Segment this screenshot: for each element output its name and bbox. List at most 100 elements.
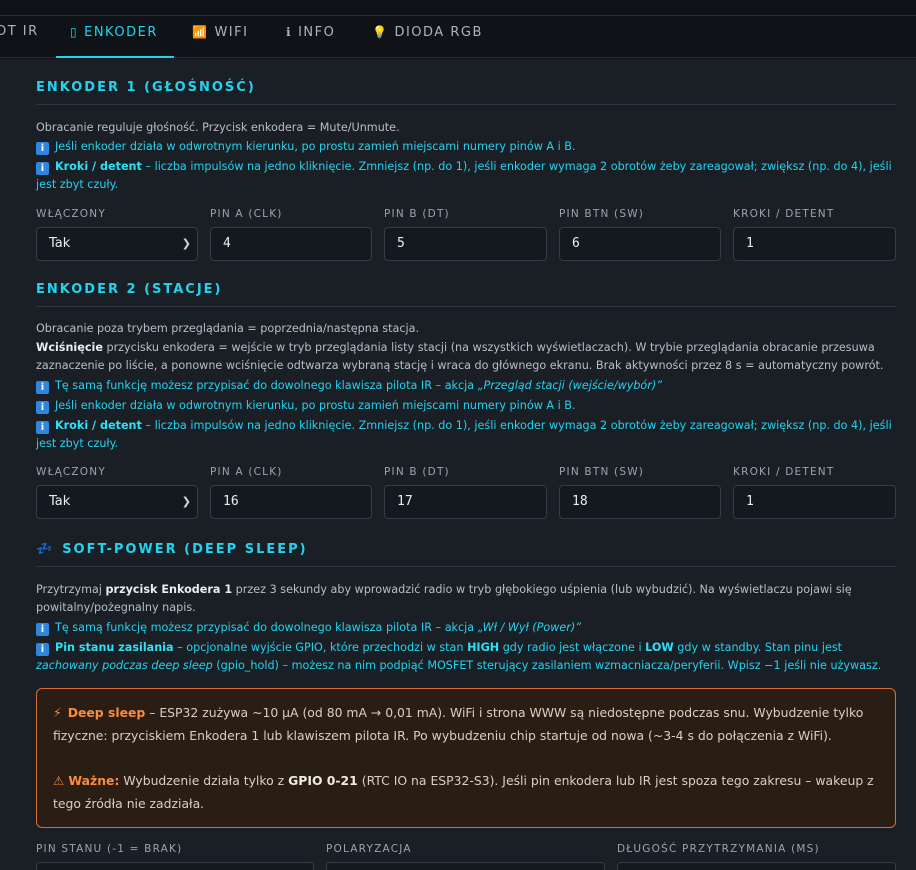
hint-italic: zachowany podczas deep sleep: [36, 659, 213, 672]
enc2-pin-a-label: PIN A (CLK): [210, 466, 283, 478]
enc2-title: ENKODER 2 (STACJE): [36, 282, 223, 297]
desc-text: Przytrzymaj: [36, 583, 106, 596]
wifi-signal-icon: 📶: [192, 25, 209, 39]
enc1-enabled-select[interactable]: Tak ❯: [36, 227, 198, 261]
power-pin-label: PIN STANU (-1 = BRAK): [36, 843, 183, 855]
info-icon: ℹ: [286, 25, 293, 39]
hint-action: „Przegląd stacji (wejście/wybór)”: [477, 379, 663, 392]
enc2-enabled-select[interactable]: Tak ❯: [36, 485, 198, 519]
hint-bold: HIGH: [467, 641, 500, 654]
power-pin-input[interactable]: [36, 862, 314, 870]
enc1-pin-a-input[interactable]: 4: [210, 227, 372, 261]
enc2-pin-a-input[interactable]: 16: [210, 485, 372, 519]
info-icon: i: [36, 381, 49, 394]
warning-paragraph: ⚡ Deep sleep – ESP32 zużywa ~10 µA (od 80…: [53, 701, 879, 747]
enc2-pin-btn-input[interactable]: 18: [559, 485, 721, 519]
hint-action: „Wł / Wył (Power)”: [477, 621, 582, 634]
tab-bar: OT IR ▯ ENKODER 📶 WIFI ℹ INFO 💡 DIODA RGB: [0, 16, 916, 58]
enc2-press-desc: Wciśnięcie przycisku enkodera = wejście …: [36, 339, 896, 375]
lightbulb-icon: 💡: [372, 25, 389, 39]
tab-wifi[interactable]: 📶 WIFI: [192, 16, 248, 58]
enc1-pin-b-label: PIN B (DT): [384, 208, 450, 220]
press-bold: Wciśnięcie: [36, 341, 103, 354]
hint-text: Jeśli enkoder działa w odwrotnym kierunk…: [55, 399, 576, 412]
enc1-desc: Obracanie reguluje głośność. Przycisk en…: [36, 121, 400, 134]
soft-power-title: 💤 SOFT-POWER (DEEP SLEEP): [36, 542, 308, 557]
enc2-enabled-label: WŁĄCZONY: [36, 466, 106, 478]
enc1-pin-btn-label: PIN BTN (SW): [559, 208, 645, 220]
enc2-pin-b-label: PIN B (DT): [384, 466, 450, 478]
soft-desc: Przytrzymaj przycisk Enkodera 1 przez 3 …: [36, 581, 896, 617]
enc1-pin-btn-input[interactable]: 6: [559, 227, 721, 261]
enc1-title: ENKODER 1 (GŁOŚNOŚĆ): [36, 80, 256, 95]
select-value: Tak: [49, 236, 71, 251]
divider: [36, 306, 896, 307]
enc2-hint-steps: i Kroki / detent – liczba impulsów na jed…: [36, 417, 896, 453]
enc2-steps-label: KROKI / DETENT: [733, 466, 835, 478]
hint-bold: LOW: [645, 641, 674, 654]
divider: [36, 566, 896, 567]
polarity-label: POLARYZACJA: [326, 843, 412, 855]
enc1-hint-reverse: i Jeśli enkoder działa w odwrotnym kierun…: [36, 138, 896, 156]
warning-bold: GPIO 0-21: [288, 773, 358, 788]
enc2-steps-input[interactable]: 1: [733, 485, 896, 519]
hint-text: – opcjonalne wyjście GPIO, które przecho…: [173, 641, 468, 654]
enc1-steps-input[interactable]: 1: [733, 227, 896, 261]
tab-wifi-label: WIFI: [214, 25, 249, 40]
deep-sleep-warning: ⚡ Deep sleep – ESP32 zużywa ~10 µA (od 80…: [36, 688, 896, 828]
hold-duration-input[interactable]: [617, 862, 896, 870]
enc2-desc: Obracanie poza trybem przeglądania = pop…: [36, 322, 420, 335]
tab-ir[interactable]: OT IR: [0, 16, 39, 58]
tab-dioda-rgb[interactable]: 💡 DIODA RGB: [372, 16, 483, 58]
info-icon: i: [36, 421, 49, 434]
hint-text: Jeśli enkoder działa w odwrotnym kierunk…: [55, 140, 576, 153]
divider: [36, 104, 896, 105]
tab-rgb-label: DIODA RGB: [394, 25, 483, 40]
enc2-hint-reverse: i Jeśli enkoder działa w odwrotnym kierun…: [36, 397, 896, 415]
polarity-select[interactable]: [326, 862, 605, 870]
enc2-pin-btn-label: PIN BTN (SW): [559, 466, 645, 478]
tab-info[interactable]: ℹ INFO: [286, 16, 335, 58]
encoder-icon: ▯: [70, 25, 79, 39]
enc1-enabled-label: WŁĄCZONY: [36, 208, 106, 220]
lightning-icon: ⚡: [53, 705, 62, 720]
enc1-pin-a-label: PIN A (CLK): [210, 208, 283, 220]
tab-enkoder-label: ENKODER: [84, 25, 158, 40]
select-value: Tak: [49, 494, 71, 509]
soft-hint-pin: i Pin stanu zasilania – opcjonalne wyjści…: [36, 639, 896, 675]
top-strip: [0, 0, 916, 16]
hint-bold: Kroki / detent: [55, 419, 142, 432]
info-icon: i: [36, 643, 49, 656]
info-icon: i: [36, 401, 49, 414]
enc2-hint-remote: i Tę samą funkcję możesz przypisać do dow…: [36, 377, 896, 395]
hint-text: gdy w standby. Stan pinu jest: [673, 641, 843, 654]
soft-power-title-text: SOFT-POWER (DEEP SLEEP): [62, 542, 308, 557]
tab-info-label: INFO: [298, 25, 336, 40]
warning-text: – ESP32 zużywa ~10 µA (od 80 mA → 0,01 m…: [53, 705, 864, 743]
info-icon: i: [36, 142, 49, 155]
hold-duration-label: DŁUGOŚĆ PRZYTRZYMANIA (MS): [617, 843, 820, 855]
enc1-hint-steps: i Kroki / detent – liczba impulsów na jed…: [36, 158, 896, 194]
warning-paragraph: ⚠ Ważne: Wybudzenie działa tylko z GPIO …: [53, 769, 879, 815]
hint-bold: Kroki / detent: [55, 160, 142, 173]
sleep-icon: 💤: [36, 542, 53, 557]
hint-text: gdy radio jest włączone i: [499, 641, 646, 654]
enc1-pin-b-input[interactable]: 5: [384, 227, 547, 261]
chevron-down-icon: ❯: [181, 237, 191, 250]
hint-text: (gpio_hold) – możesz na nim podpiąć MOSF…: [212, 659, 882, 672]
hint-bold: Pin stanu zasilania: [55, 641, 174, 654]
hint-text: – liczba impulsów na jedno kliknięcie. Z…: [36, 419, 892, 450]
info-icon: i: [36, 162, 49, 175]
warning-title: Deep sleep: [67, 705, 146, 720]
hint-text: Tę samą funkcję możesz przypisać do dowo…: [55, 379, 478, 392]
desc-bold: przycisk Enkodera 1: [105, 583, 233, 596]
info-icon: i: [36, 623, 49, 636]
soft-hint-remote: i Tę samą funkcję możesz przypisać do dow…: [36, 619, 896, 637]
hint-text: – liczba impulsów na jedno kliknięcie. Z…: [36, 160, 892, 191]
press-text: przycisku enkodera = wejście w tryb prze…: [36, 341, 884, 372]
tab-enkoder[interactable]: ▯ ENKODER: [56, 16, 174, 58]
chevron-down-icon: ❯: [181, 495, 191, 508]
warning-text: Wybudzenie działa tylko z: [119, 773, 289, 788]
enc2-pin-b-input[interactable]: 17: [384, 485, 547, 519]
